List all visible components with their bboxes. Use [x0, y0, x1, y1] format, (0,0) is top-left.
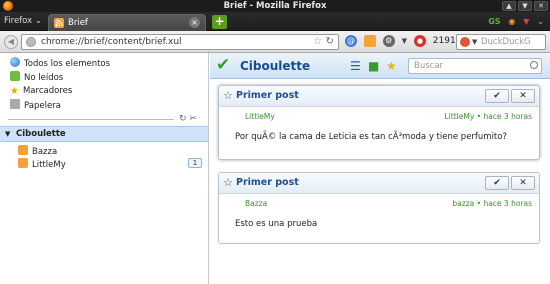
url-bar[interactable]: chrome://brief/content/brief.xul ☆ ↻: [21, 34, 339, 50]
refresh-icon[interactable]: ↻: [179, 114, 187, 124]
feed-label: LittleMy: [32, 160, 66, 170]
gear-icon[interactable]: ⚙: [382, 35, 395, 47]
download-icon[interactable]: ▼: [523, 16, 529, 28]
view-header: ✔ Ciboulette ☰ ■ ★ Buscar: [210, 53, 550, 79]
gs-extension-label[interactable]: GS: [488, 16, 500, 28]
entry-body: Por quÃ© la cama de Leticia es tan cÃ³mo…: [235, 132, 507, 142]
entry-view: ✔ Ciboulette ☰ ■ ★ Buscar ☆ Primer post …: [210, 53, 550, 284]
maximize-button[interactable]: ▼: [518, 1, 532, 11]
sidebar: Todos los elementos No leídos ★ Marcadore…: [0, 53, 209, 284]
entry-feed-name[interactable]: Bazza: [245, 199, 267, 209]
chevron-down-icon[interactable]: ▼: [402, 35, 407, 47]
entry-header: ☆ Primer post ✔ ✕: [219, 86, 539, 107]
window-title: Brief - Mozilla Firefox: [223, 1, 327, 11]
minimize-button[interactable]: ▲: [502, 1, 516, 11]
sidebar-item-unread[interactable]: No leídos: [10, 71, 63, 84]
search-icon: [530, 61, 538, 69]
tab-label: Brief: [68, 18, 88, 28]
feed-item-littlemy[interactable]: LittleMy: [18, 158, 66, 171]
bookmark-star-icon[interactable]: ☆: [313, 35, 322, 49]
entry-body: Esto es una prueba: [235, 219, 318, 229]
star-icon[interactable]: ☆: [223, 88, 233, 104]
chevron-down-icon[interactable]: ▼: [472, 35, 477, 49]
headlines-view-icon[interactable]: ☰: [350, 59, 361, 73]
menu-chevron-icon[interactable]: ⌄: [537, 16, 544, 28]
folder-label: Ciboulette: [16, 129, 66, 139]
entry-header: ☆ Primer post ✔ ✕: [219, 173, 539, 194]
sidebar-tools: ↻ ✂: [179, 114, 197, 124]
back-button[interactable]: ◀: [4, 35, 18, 49]
tab-bar: Firefox ⌄ Brief × + GS ◉ ▼ ⌄: [0, 12, 550, 31]
rss-icon: [18, 145, 28, 155]
mark-read-button[interactable]: ✔: [485, 89, 509, 103]
starred-filter-icon[interactable]: ★: [386, 59, 397, 73]
site-identity-icon: [26, 37, 36, 47]
mark-all-read-icon[interactable]: ✔: [216, 55, 230, 75]
feed-item-bazza[interactable]: Bazza: [18, 145, 57, 158]
search-placeholder: Buscar: [414, 61, 444, 71]
close-tab-icon[interactable]: ×: [189, 17, 200, 28]
extension-icons: GS ◉ ▼ ⌄: [483, 16, 544, 28]
entry-title[interactable]: Primer post: [236, 88, 299, 104]
entry-meta: bazza • hace 3 horas: [452, 199, 532, 208]
feed-label: Bazza: [32, 147, 58, 157]
reload-icon[interactable]: ↻: [326, 35, 334, 49]
star-icon[interactable]: ☆: [223, 175, 233, 191]
delete-entry-button[interactable]: ✕: [511, 176, 535, 190]
rss-icon: [18, 158, 28, 168]
web-search-placeholder[interactable]: DuckDuckG: [481, 35, 531, 49]
entry-card[interactable]: ☆ Primer post ✔ ✕ Bazza bazza • hace 3 h…: [218, 172, 540, 244]
sidebar-item-label: Marcadores: [22, 86, 73, 96]
navigation-bar: ◀ chrome://brief/content/brief.xul ☆ ↻ @…: [0, 31, 550, 53]
unread-count: 2191: [432, 36, 456, 46]
duckduckgo-icon[interactable]: [460, 37, 470, 47]
sidebar-item-label: Todos los elementos: [24, 59, 111, 69]
trash-icon: [10, 99, 20, 109]
brief-content: Todos los elementos No leídos ★ Marcadore…: [0, 53, 550, 284]
web-search-box[interactable]: ▼ DuckDuckG: [456, 34, 546, 50]
chevron-down-icon: ⌄: [34, 16, 42, 26]
feed-subscribe-icon[interactable]: [363, 35, 376, 47]
unread-filter-icon[interactable]: ■: [368, 59, 379, 73]
rss-icon: [54, 18, 64, 28]
close-window-button[interactable]: ✕: [534, 1, 548, 11]
mark-read-button[interactable]: ✔: [485, 176, 509, 190]
url-text[interactable]: chrome://brief/content/brief.xul: [41, 35, 182, 49]
unread-icon: [10, 71, 20, 81]
at-sign-icon[interactable]: @: [345, 35, 357, 47]
entry-meta: LittleMy • hace 3 horas: [444, 112, 533, 121]
entry-card[interactable]: ☆ Primer post ✔ ✕ LittleMy LittleMy • ha…: [218, 85, 540, 160]
entry-feed-name[interactable]: LittleMy: [245, 112, 275, 122]
firefox-menu-button[interactable]: Firefox ⌄: [4, 15, 42, 28]
search-input[interactable]: Buscar: [408, 58, 542, 74]
sidebar-item-all[interactable]: Todos los elementos: [10, 57, 110, 70]
star-icon: ★: [10, 86, 19, 97]
firefox-sync-icon[interactable]: ◉: [508, 16, 515, 28]
counter-badge-icon[interactable]: ●: [413, 35, 426, 47]
expand-arrow-icon[interactable]: ▼: [5, 127, 10, 142]
sidebar-item-trash[interactable]: Papelera: [10, 99, 61, 112]
window-titlebar: Brief - Mozilla Firefox ▲ ▼ ✕: [0, 0, 550, 12]
folder-ciboulette[interactable]: ▼ Ciboulette: [0, 126, 208, 142]
firefox-menu-label: Firefox: [4, 16, 33, 26]
sidebar-item-bookmarks[interactable]: ★ Marcadores: [10, 85, 72, 98]
entry-title[interactable]: Primer post: [236, 175, 299, 191]
new-tab-button[interactable]: +: [212, 15, 227, 29]
unread-badge: 1: [188, 158, 202, 168]
tab-brief[interactable]: Brief ×: [48, 14, 206, 31]
sidebar-item-label: No leídos: [24, 73, 64, 83]
sidebar-item-label: Papelera: [24, 101, 61, 111]
nav-toolbar-icons: @ ⚙ ▼ ● 2191: [345, 35, 460, 49]
sidebar-divider: [8, 119, 174, 120]
globe-icon: [10, 57, 20, 67]
tools-icon[interactable]: ✂: [189, 114, 197, 124]
view-title: Ciboulette: [240, 59, 311, 73]
delete-entry-button[interactable]: ✕: [511, 89, 535, 103]
